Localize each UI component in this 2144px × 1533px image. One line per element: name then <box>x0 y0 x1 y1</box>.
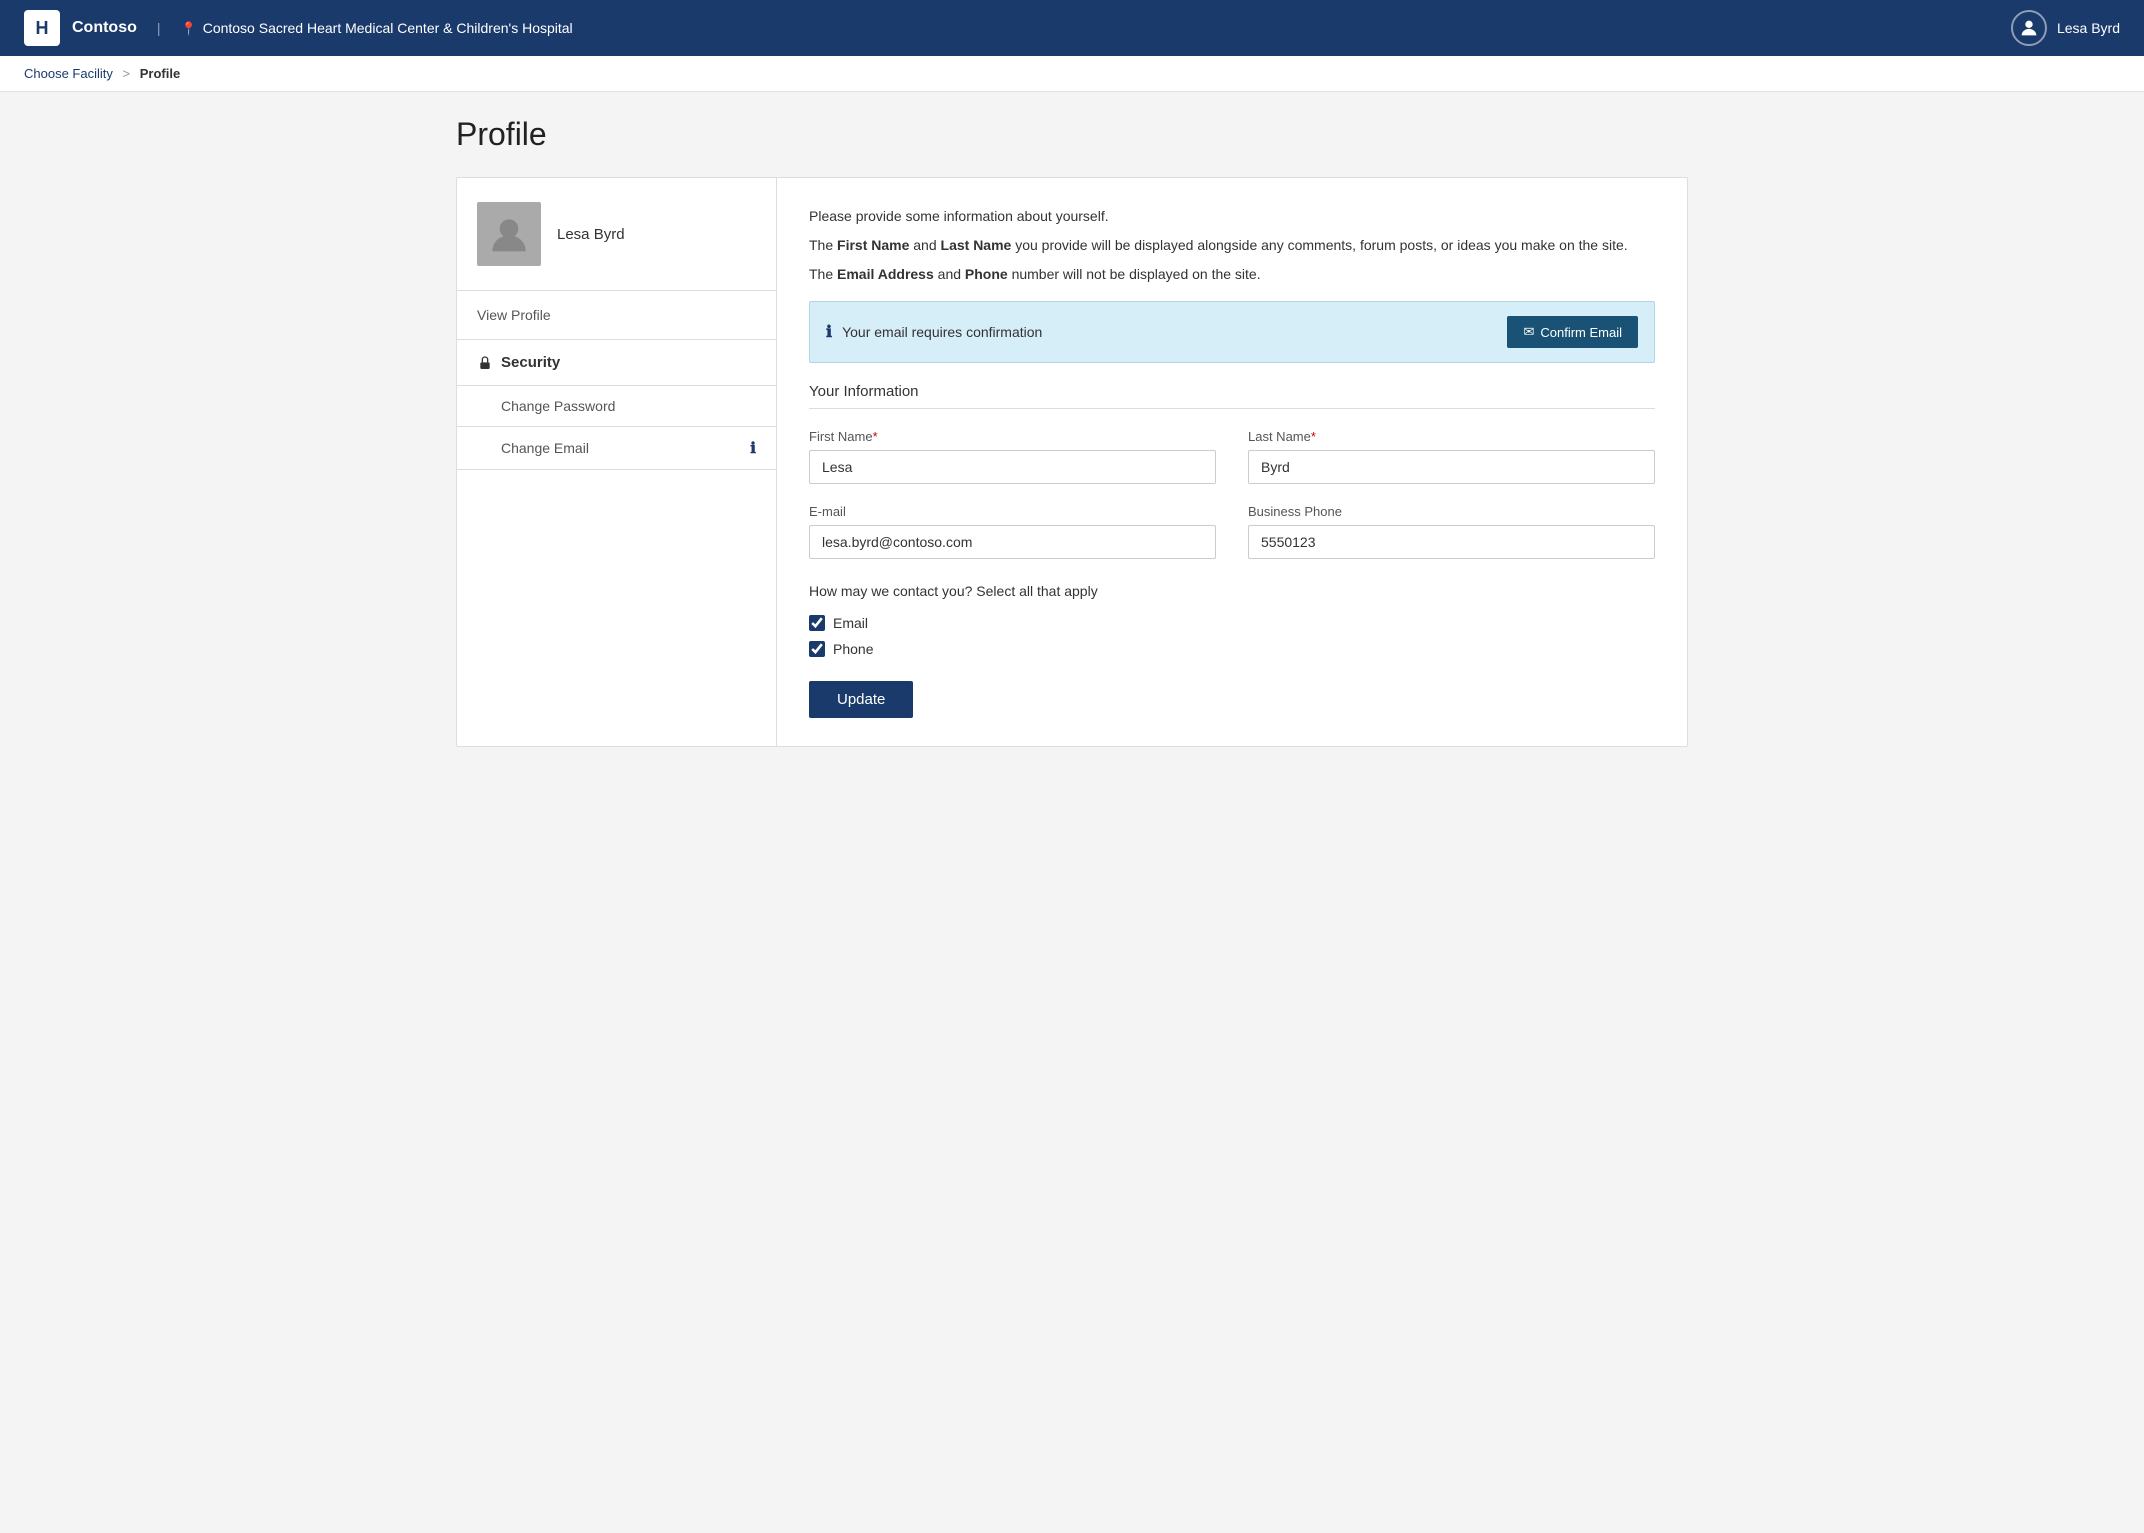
breadcrumb-current: Profile <box>140 66 180 81</box>
info-line-3: The Email Address and Phone number will … <box>809 264 1655 285</box>
update-button-label: Update <box>837 691 885 708</box>
checkbox-phone-label: Phone <box>833 641 873 657</box>
bold-phone: Phone <box>965 266 1008 282</box>
content-grid: Lesa Byrd View Profile Security Change P… <box>456 177 1688 747</box>
update-button[interactable]: Update <box>809 681 913 718</box>
phone-input[interactable] <box>1248 525 1655 559</box>
email-label: E-mail <box>809 504 1216 519</box>
security-label: Security <box>501 354 560 371</box>
alert-message: Your email requires confirmation <box>842 324 1042 340</box>
info-line-2: The First Name and Last Name you provide… <box>809 235 1655 256</box>
first-name-label: First Name* <box>809 429 1216 444</box>
checkbox-phone[interactable] <box>809 641 825 657</box>
header-username: Lesa Byrd <box>2057 20 2120 36</box>
your-information-title: Your Information <box>809 383 1655 409</box>
bold-email-address: Email Address <box>837 266 934 282</box>
profile-card: Lesa Byrd <box>457 178 776 291</box>
first-name-group: First Name* <box>809 429 1216 484</box>
checkbox-email-label: Email <box>833 615 868 631</box>
alert-left: ℹ Your email requires confirmation <box>826 322 1042 342</box>
email-icon: ✉ <box>1523 324 1534 340</box>
change-password-label: Change Password <box>501 398 615 414</box>
email-confirmation-alert: ℹ Your email requires confirmation ✉ Con… <box>809 301 1655 363</box>
facility-name: Contoso Sacred Heart Medical Center & Ch… <box>203 20 573 36</box>
main-content: Please provide some information about yo… <box>777 178 1687 746</box>
last-name-group: Last Name* <box>1248 429 1655 484</box>
location-icon <box>181 20 197 37</box>
email-group: E-mail <box>809 504 1216 559</box>
contact-row: E-mail Business Phone <box>809 504 1655 559</box>
checkbox-phone-item[interactable]: Phone <box>809 641 1655 657</box>
breadcrumb-parent-link[interactable]: Choose Facility <box>24 66 113 81</box>
sidebar-item-view-profile[interactable]: View Profile <box>457 291 776 340</box>
last-name-required: * <box>1311 429 1316 444</box>
app-logo: H <box>24 10 60 46</box>
sidebar-section-security: Security <box>457 340 776 386</box>
checkbox-email[interactable] <box>809 615 825 631</box>
info-line-1: Please provide some information about yo… <box>809 206 1655 227</box>
lock-icon <box>477 355 493 371</box>
checkbox-email-item[interactable]: Email <box>809 615 1655 631</box>
phone-label: Business Phone <box>1248 504 1655 519</box>
sidebar-item-change-password[interactable]: Change Password <box>457 386 776 427</box>
alert-info-icon: ℹ <box>826 322 832 342</box>
breadcrumb: Choose Facility > Profile <box>0 56 2144 92</box>
confirm-email-label: Confirm Email <box>1540 325 1622 340</box>
user-avatar-icon <box>2011 10 2047 46</box>
contact-preference-section: How may we contact you? Select all that … <box>809 583 1655 657</box>
header-left: H Contoso | Contoso Sacred Heart Medical… <box>24 10 573 46</box>
sidebar-item-change-email[interactable]: Change Email ℹ <box>457 427 776 470</box>
email-input[interactable] <box>809 525 1216 559</box>
last-name-label: Last Name* <box>1248 429 1655 444</box>
email-warning-icon: ℹ <box>750 439 756 457</box>
main-container: Profile Lesa Byrd View Profile <box>432 92 1712 771</box>
phone-group: Business Phone <box>1248 504 1655 559</box>
brand-name: Contoso <box>72 19 137 37</box>
checkbox-group: Email Phone <box>809 615 1655 657</box>
profile-avatar <box>477 202 541 266</box>
bold-last-name: Last Name <box>941 237 1012 253</box>
view-profile-label: View Profile <box>477 307 551 323</box>
change-email-label: Change Email <box>501 440 589 456</box>
first-name-required: * <box>873 429 878 444</box>
last-name-input[interactable] <box>1248 450 1655 484</box>
breadcrumb-separator: > <box>123 66 131 81</box>
name-row: First Name* Last Name* <box>809 429 1655 484</box>
page-title: Profile <box>456 116 1688 153</box>
header-right: Lesa Byrd <box>2011 10 2120 46</box>
sidebar: Lesa Byrd View Profile Security Change P… <box>457 178 777 746</box>
contact-question: How may we contact you? Select all that … <box>809 583 1655 599</box>
facility-info: Contoso Sacred Heart Medical Center & Ch… <box>181 20 573 37</box>
confirm-email-button[interactable]: ✉ Confirm Email <box>1507 316 1638 348</box>
header-divider: | <box>157 20 161 36</box>
profile-name: Lesa Byrd <box>557 226 625 243</box>
header: H Contoso | Contoso Sacred Heart Medical… <box>0 0 2144 56</box>
bold-first-name: First Name <box>837 237 909 253</box>
first-name-input[interactable] <box>809 450 1216 484</box>
